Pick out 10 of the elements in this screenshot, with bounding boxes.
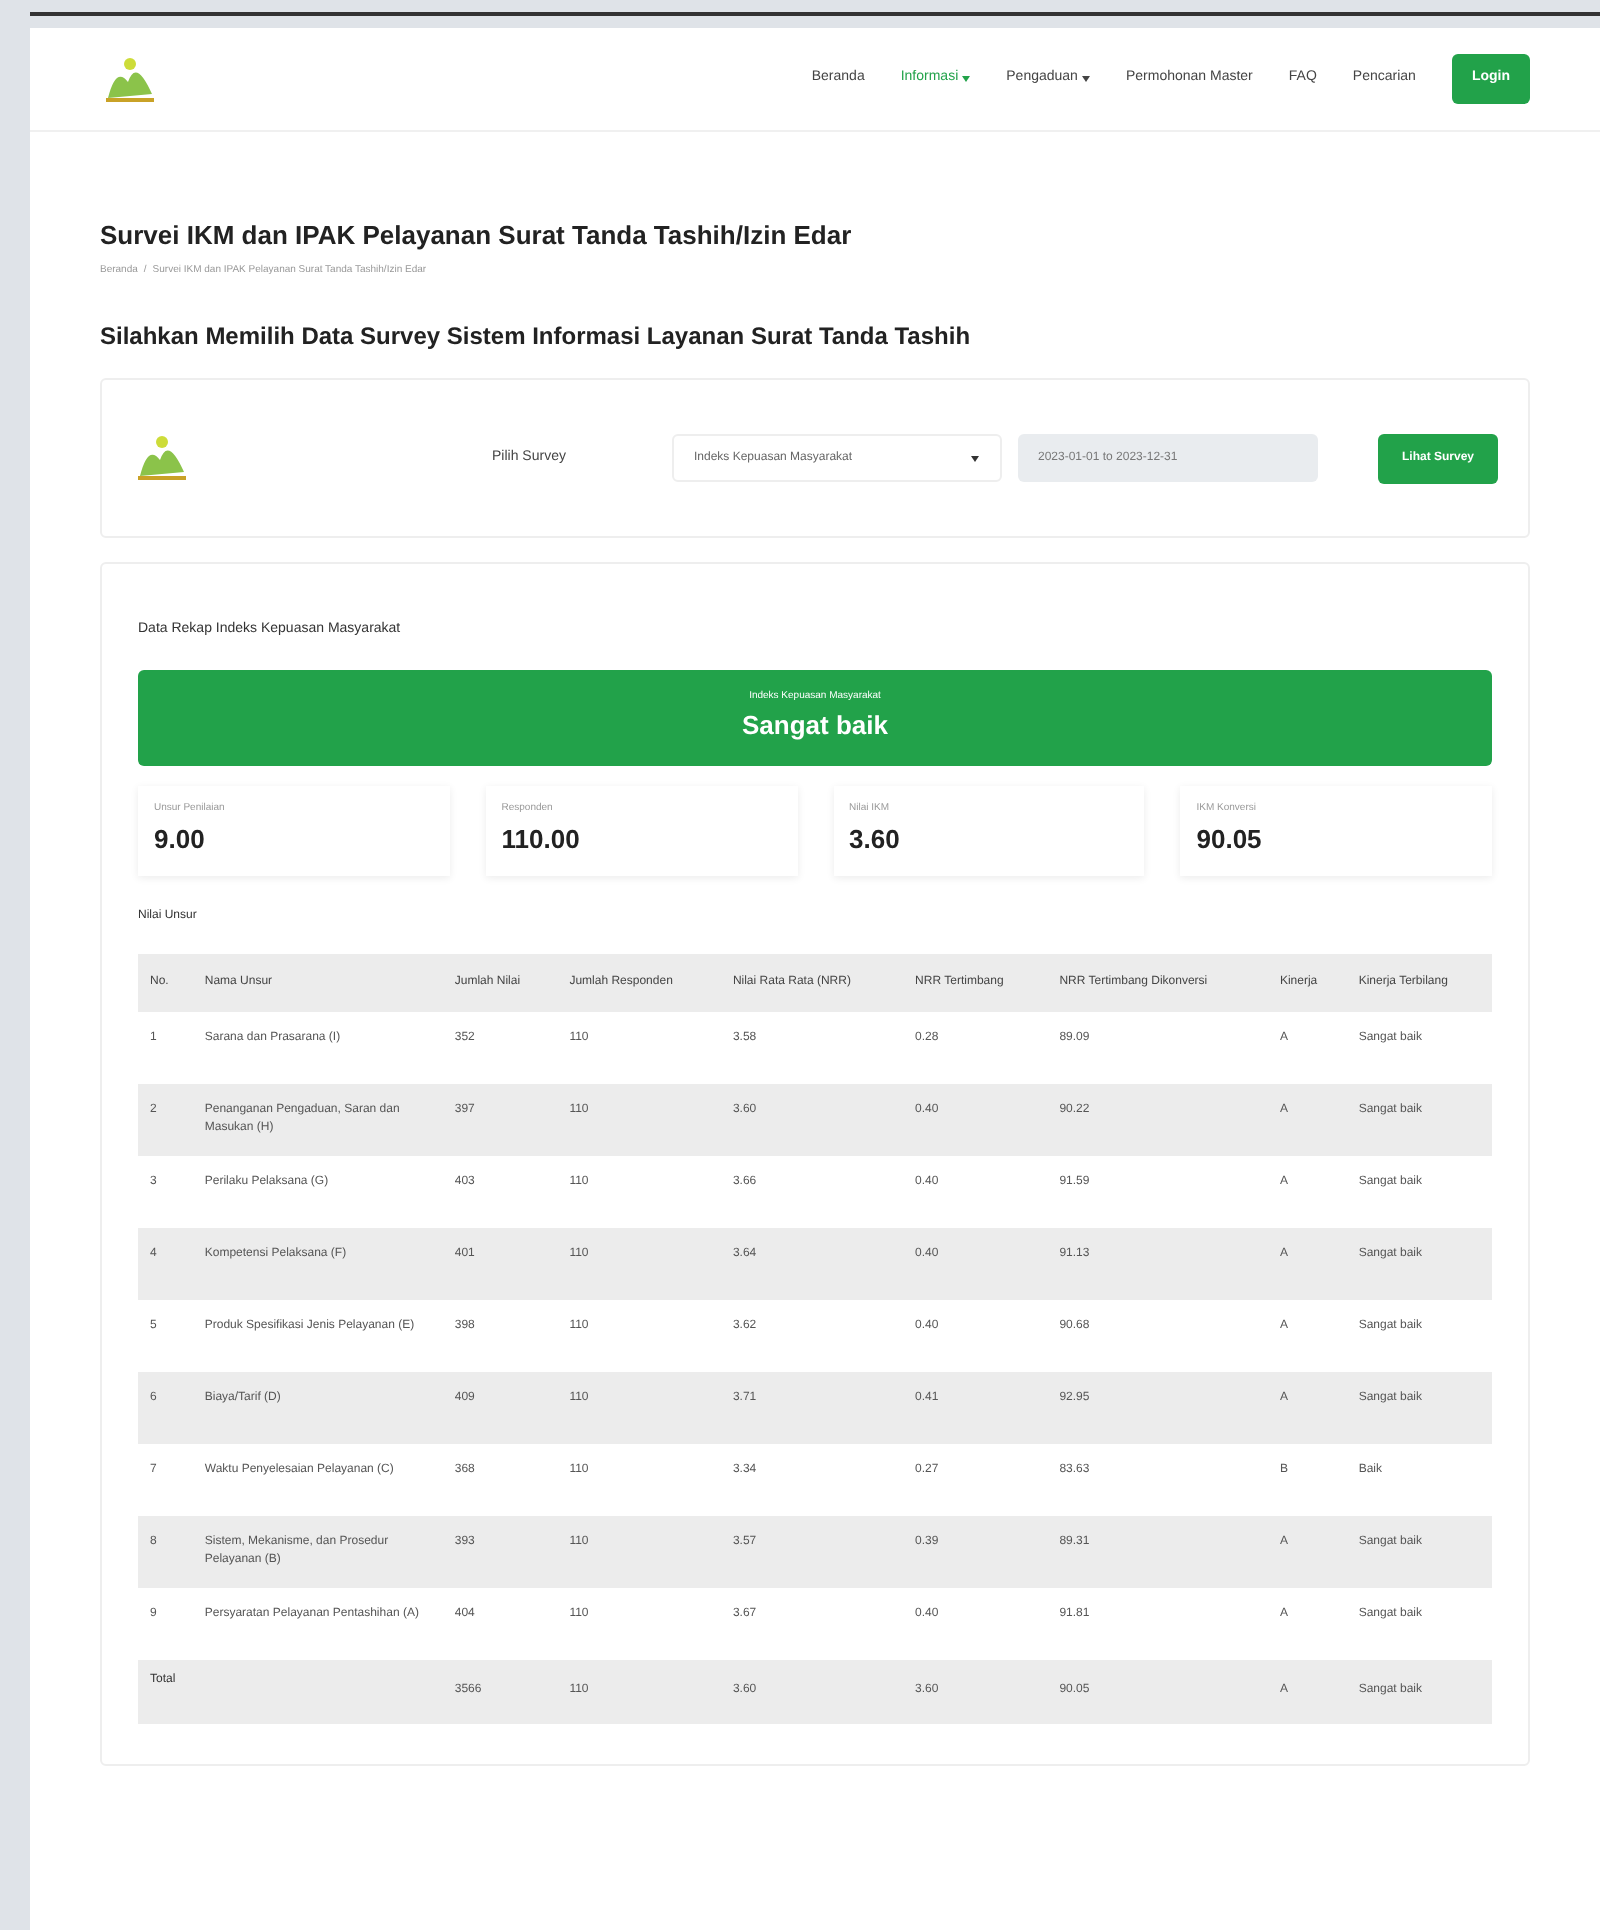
- page-title: Survei IKM dan IPAK Pelayanan Surat Tanda Tashih/Izin Edar: [100, 218, 854, 254]
- banner-value: Sangat baik: [742, 707, 888, 744]
- logo-icon: [100, 53, 160, 105]
- stat-value: 90.05: [1196, 822, 1264, 858]
- stat-value: 110.00: [501, 822, 582, 858]
- section-title: Silahkan Memilih Data Survey Sistem Informasi Layanan Surat Tanda Tashih: [100, 320, 973, 354]
- logo-icon: [132, 432, 192, 484]
- caret-icon: [970, 455, 980, 461]
- stat-value: 9.00: [154, 822, 207, 858]
- stat-value: 3.60: [849, 822, 902, 858]
